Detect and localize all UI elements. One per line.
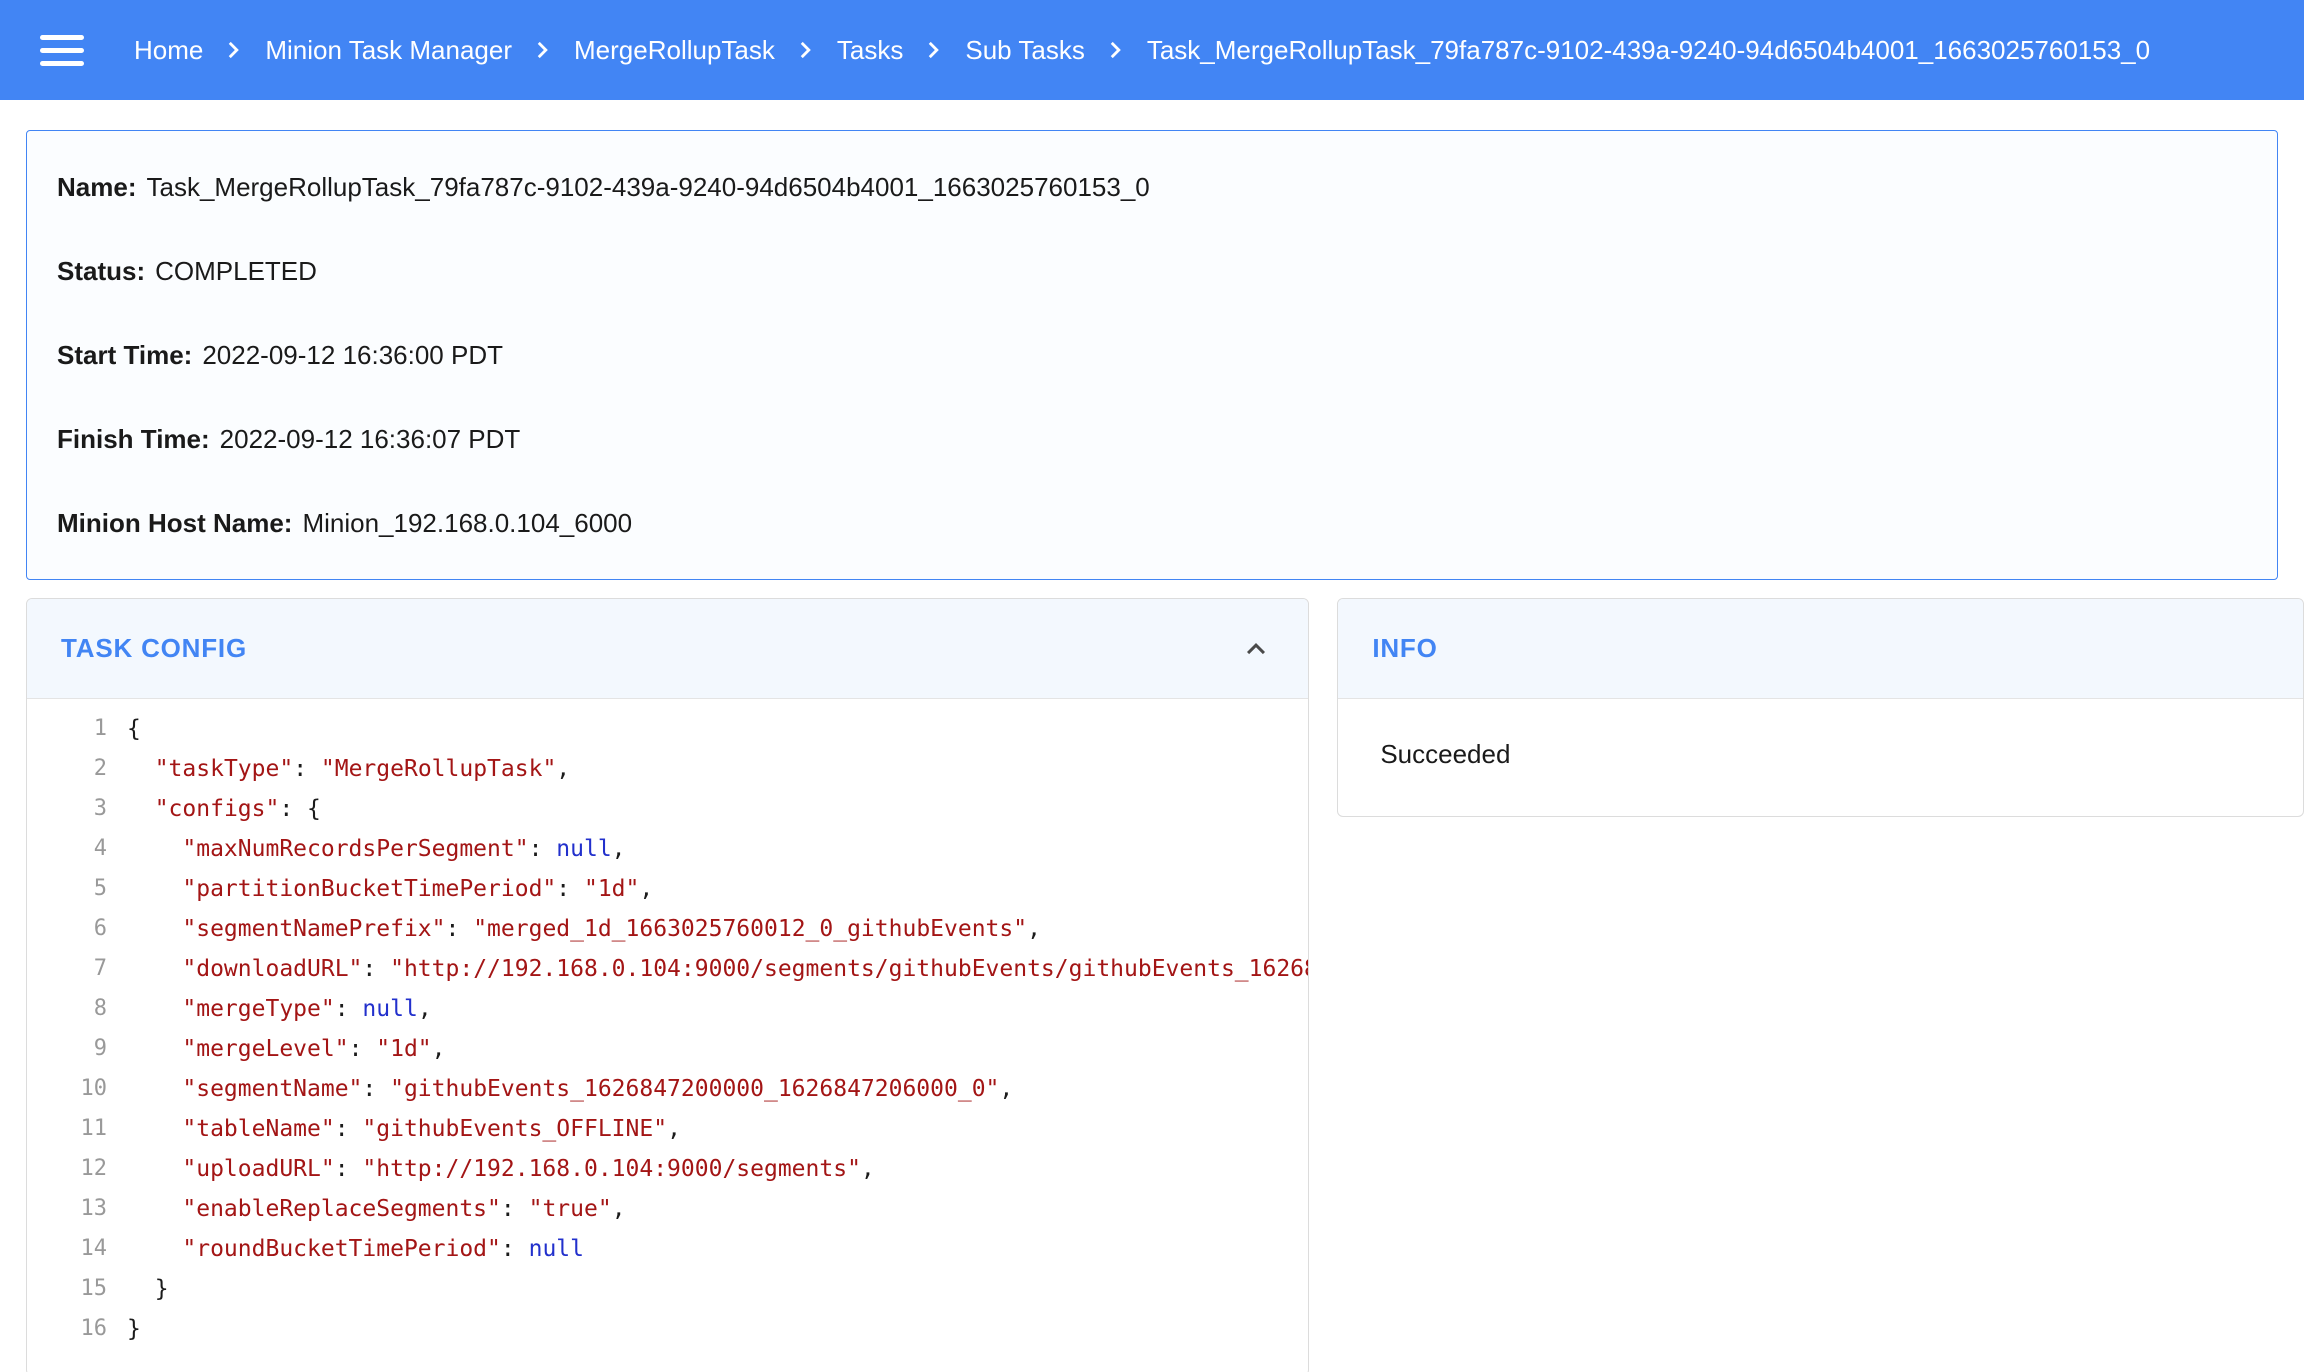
field-value: 2022-09-12 16:36:00 PDT [202,340,503,370]
code-line: 7 "downloadURL": "http://192.168.0.104:9… [27,949,1308,989]
code-line: 11 "tableName": "githubEvents_OFFLINE", [27,1109,1308,1149]
code-line: 8 "mergeType": null, [27,989,1308,1029]
app-bar: Home Minion Task Manager MergeRollupTask Ta… [0,0,2304,100]
code-line: 12 "uploadURL": "http://192.168.0.104:90… [27,1149,1308,1189]
chevron-right-icon [917,33,951,67]
field-label: Status: [57,256,145,286]
field-value: Task_MergeRollupTask_79fa787c-9102-439a-… [146,172,1149,202]
code-line: 5 "partitionBucketTimePeriod": "1d", [27,869,1308,909]
line-number: 10 [27,1069,127,1109]
content-columns: TASK CONFIG 1{2 "taskType": "MergeRollup… [26,598,2304,1372]
summary-field-row: Finish Time: 2022-09-12 16:36:07 PDT [27,397,2277,481]
code-text: "maxNumRecordsPerSegment": null, [127,829,626,869]
info-panel: INFO Succeeded [1337,598,2304,817]
task-summary-card: Name: Task_MergeRollupTask_79fa787c-9102-… [26,130,2278,580]
task-config-header: TASK CONFIG [27,599,1308,699]
breadcrumb-item[interactable]: Home [134,35,203,66]
line-number: 2 [27,749,127,789]
code-text: "segmentNamePrefix": "merged_1d_16630257… [127,909,1041,949]
code-line: 3 "configs": { [27,789,1308,829]
code-text: } [127,1269,169,1309]
code-text: "configs": { [127,789,321,829]
code-line: 13 "enableReplaceSegments": "true", [27,1189,1308,1229]
task-config-title: TASK CONFIG [61,633,247,664]
code-text: "taskType": "MergeRollupTask", [127,749,570,789]
line-number: 5 [27,869,127,909]
chevron-right-icon [789,33,823,67]
task-config-editor[interactable]: 1{2 "taskType": "MergeRollupTask",3 "con… [27,699,1308,1372]
summary-field-row: Name: Task_MergeRollupTask_79fa787c-9102-… [27,145,2277,229]
chevron-right-icon [217,33,251,67]
task-config-panel: TASK CONFIG 1{2 "taskType": "MergeRollup… [26,598,1309,1372]
code-line: 4 "maxNumRecordsPerSegment": null, [27,829,1308,869]
field-label: Minion Host Name: [57,508,292,538]
code-text: } [127,1309,141,1349]
line-number: 6 [27,909,127,949]
summary-field-row: Start Time: 2022-09-12 16:36:00 PDT [27,313,2277,397]
field-value: 2022-09-12 16:36:07 PDT [220,424,521,454]
code-text: "segmentName": "githubEvents_16268472000… [127,1069,1013,1109]
field-label: Start Time: [57,340,192,370]
code-text: "downloadURL": "http://192.168.0.104:900… [127,949,1308,989]
breadcrumb-item[interactable]: Sub Tasks [965,35,1084,66]
hamburger-bar [40,35,84,40]
chevron-up-icon[interactable] [1238,631,1274,667]
line-number: 11 [27,1109,127,1149]
field-value: COMPLETED [155,256,317,286]
summary-field-row: Minion Host Name: Minion_192.168.0.104_60… [27,481,2277,565]
breadcrumb-item: Task_MergeRollupTask_79fa787c-9102-439a-… [1147,35,2150,66]
line-number: 16 [27,1309,127,1349]
breadcrumb-item[interactable]: Minion Task Manager [265,35,512,66]
line-number: 3 [27,789,127,829]
line-number: 9 [27,1029,127,1069]
line-number: 12 [27,1149,127,1189]
info-content: Succeeded [1338,699,2303,816]
summary-field-row: Status: COMPLETED [27,229,2277,313]
code-line: 10 "segmentName": "githubEvents_16268472… [27,1069,1308,1109]
code-line: 2 "taskType": "MergeRollupTask", [27,749,1308,789]
hamburger-bar [40,48,84,53]
code-line: 16} [27,1309,1308,1349]
line-number: 14 [27,1229,127,1269]
chevron-right-icon [526,33,560,67]
breadcrumb-item[interactable]: Tasks [837,35,903,66]
info-title: INFO [1372,633,1437,664]
hamburger-bar [40,61,84,66]
hamburger-menu-icon[interactable] [40,28,84,72]
field-value: Minion_192.168.0.104_6000 [302,508,632,538]
code-text: "uploadURL": "http://192.168.0.104:9000/… [127,1149,875,1189]
line-number: 7 [27,949,127,989]
code-text: "enableReplaceSegments": "true", [127,1189,626,1229]
line-number: 15 [27,1269,127,1309]
line-number: 4 [27,829,127,869]
code-line: 14 "roundBucketTimePeriod": null [27,1229,1308,1269]
line-number: 8 [27,989,127,1029]
info-header: INFO [1338,599,2303,699]
code-text: "mergeLevel": "1d", [127,1029,446,1069]
field-label: Finish Time: [57,424,210,454]
code-line: 6 "segmentNamePrefix": "merged_1d_166302… [27,909,1308,949]
field-label: Name: [57,172,136,202]
code-text: { [127,709,141,749]
code-text: "tableName": "githubEvents_OFFLINE", [127,1109,681,1149]
code-text: "mergeType": null, [127,989,432,1029]
code-line: 15 } [27,1269,1308,1309]
breadcrumb-item[interactable]: MergeRollupTask [574,35,775,66]
code-line: 9 "mergeLevel": "1d", [27,1029,1308,1069]
line-number: 1 [27,709,127,749]
line-number: 13 [27,1189,127,1229]
code-text: "partitionBucketTimePeriod": "1d", [127,869,653,909]
code-line: 1{ [27,709,1308,749]
chevron-right-icon [1099,33,1133,67]
code-text: "roundBucketTimePeriod": null [127,1229,584,1269]
breadcrumb: Home Minion Task Manager MergeRollupTask Ta… [134,33,2150,67]
